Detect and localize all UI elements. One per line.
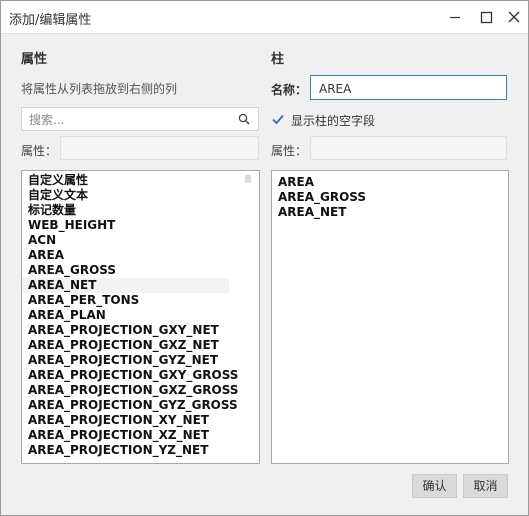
dialog-body: 属性 将属性从列表拖放到右侧的列 属性： 自定义属性 自定义文本 标记数量 WE… <box>1 34 528 515</box>
add-edit-properties-dialog: 添加/编辑属性 属性 将属性从列表拖放到右侧的列 属性： 自定义属性 <box>0 0 529 516</box>
list-item[interactable]: AREA_PROJECTION_GXZ_NET <box>22 338 259 353</box>
list-item[interactable]: WEB_HEIGHT <box>22 218 259 233</box>
close-icon[interactable] <box>504 7 524 27</box>
list-item[interactable]: AREA_PROJECTION_XY_NET <box>22 413 259 428</box>
name-input[interactable] <box>317 80 501 98</box>
search-input[interactable] <box>27 111 231 129</box>
property-label-left: 属性： <box>21 144 58 158</box>
attributes-list[interactable]: 自定义属性 自定义文本 标记数量 WEB_HEIGHT ACN AREA ARE… <box>21 170 260 464</box>
ok-button[interactable]: 确认 <box>412 474 457 498</box>
list-item[interactable]: AREA_PROJECTION_GYZ_GROSS <box>22 398 259 413</box>
list-item[interactable]: AREA_GROSS <box>22 263 259 278</box>
maximize-icon[interactable] <box>476 7 496 27</box>
column-attributes-list[interactable]: AREA AREA_GROSS AREA_NET <box>271 170 509 464</box>
window-title: 添加/编辑属性 <box>9 13 92 28</box>
list-item[interactable]: AREA_PLAN <box>22 308 259 323</box>
list-item[interactable]: AREA_PROJECTION_XZ_NET <box>22 428 259 443</box>
checkbox-label: 显示柱的空字段 <box>291 114 376 128</box>
property-field-left <box>60 136 259 160</box>
column-header: 柱 <box>271 52 285 67</box>
name-label: 名称： <box>271 83 308 97</box>
cancel-button[interactable]: 取消 <box>463 474 508 498</box>
list-item[interactable]: AREA_NET <box>22 278 229 293</box>
name-field[interactable] <box>310 75 507 100</box>
property-label-right: 属性： <box>271 144 308 158</box>
list-item[interactable]: 标记数量 <box>22 203 259 218</box>
scrollbar-thumb[interactable] <box>245 175 251 183</box>
list-item[interactable]: AREA_PROJECTION_GXY_GROSS <box>22 368 259 383</box>
minimize-icon[interactable] <box>445 7 465 27</box>
list-item[interactable]: AREA_PROJECTION_YZ_NET <box>22 443 259 458</box>
list-item[interactable]: 自定义文本 <box>22 188 259 203</box>
drag-hint: 将属性从列表拖放到右侧的列 <box>21 82 178 96</box>
list-item[interactable]: AREA_GROSS <box>272 190 508 205</box>
search-field[interactable] <box>21 107 259 131</box>
list-item[interactable]: AREA_NET <box>272 205 508 220</box>
list-item[interactable]: AREA_PROJECTION_GXY_NET <box>22 323 259 338</box>
search-icon[interactable] <box>238 113 250 125</box>
property-field-right <box>310 136 507 160</box>
list-item[interactable]: AREA_PROJECTION_GYZ_NET <box>22 353 259 368</box>
properties-header: 属性 <box>21 52 48 67</box>
list-item[interactable]: 自定义属性 <box>22 173 259 188</box>
list-item[interactable]: AREA <box>272 175 508 190</box>
title-bar[interactable]: 添加/编辑属性 <box>1 1 528 34</box>
list-item[interactable]: AREA_PER_TONS <box>22 293 259 308</box>
checkmark-icon[interactable] <box>271 113 285 125</box>
list-item[interactable]: AREA_PROJECTION_GXZ_GROSS <box>22 383 259 398</box>
list-item[interactable]: ACN <box>22 233 259 248</box>
list-item[interactable]: AREA <box>22 248 259 263</box>
